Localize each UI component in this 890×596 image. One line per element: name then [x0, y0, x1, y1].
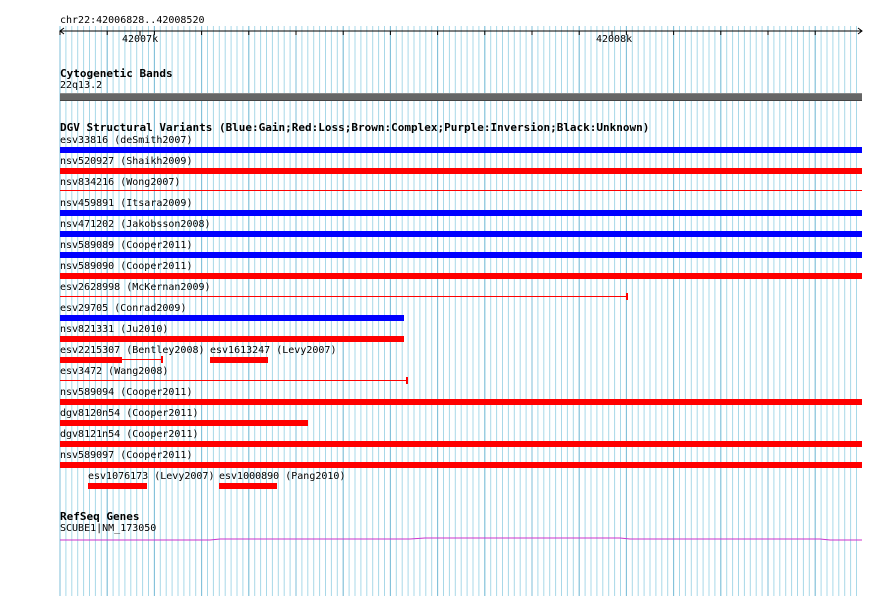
variant-bar-gain[interactable]	[60, 210, 862, 216]
variant-bar-loss[interactable]	[60, 462, 862, 468]
variant-bar-loss[interactable]	[60, 420, 308, 426]
background-grid	[59, 26, 863, 596]
variant-label: nsv471202 (Jakobsson2008)	[60, 219, 211, 230]
ruler-position: chr22:42006828..42008520	[60, 15, 205, 26]
variant-bar-loss[interactable]	[60, 336, 404, 342]
dgv-track-title: DGV Structural Variants (Blue:Gain;Red:L…	[60, 121, 650, 134]
variant-bar-loss[interactable]	[60, 168, 862, 174]
variant-bar-gain[interactable]	[60, 147, 862, 153]
variant-bar-loss-thin[interactable]	[60, 190, 862, 191]
cytoband-track-title: Cytogenetic Bands	[60, 67, 173, 80]
variant-bar-loss[interactable]	[210, 357, 268, 363]
ruler-tick-label: 42007k	[122, 34, 159, 45]
cytoband-label: 22q13.2	[60, 80, 103, 91]
variant-bar-loss[interactable]	[60, 441, 862, 447]
variant-bar-loss[interactable]	[60, 273, 862, 279]
variant-bar-loss-thin	[122, 359, 162, 360]
variant-label: esv1000890 (Pang2010)	[219, 471, 346, 482]
ruler-arrow-left	[59, 27, 65, 35]
ruler-arrow-right	[857, 27, 863, 35]
variant-label: nsv589090 (Cooper2011)	[60, 261, 193, 272]
variant-label: dgv8121n54 (Cooper2011)	[60, 429, 199, 440]
variant-label: esv33816 (deSmith2007)	[60, 135, 193, 146]
variant-label: esv2215307 (Bentley2008)	[60, 345, 205, 356]
variant-label: esv29705 (Conrad2009)	[60, 303, 187, 314]
cytoband-bar[interactable]	[60, 93, 862, 101]
variant-end-tick	[626, 293, 628, 300]
variant-label: nsv459891 (Itsara2009)	[60, 198, 193, 209]
variant-bar-loss-thin[interactable]	[60, 296, 627, 297]
variant-label: nsv821331 (Ju2010)	[60, 324, 169, 335]
variant-label: esv1076173 (Levy2007)	[88, 471, 215, 482]
variant-label: nsv520927 (Shaikh2009)	[60, 156, 193, 167]
variant-bar-loss-thin[interactable]	[60, 380, 407, 381]
variant-label: esv2628998 (McKernan2009)	[60, 282, 211, 293]
gene-model-scube1[interactable]	[60, 533, 862, 545]
refseq-track-title: RefSeq Genes	[60, 510, 140, 523]
variant-bar-loss[interactable]	[60, 357, 122, 363]
variant-bar-gain[interactable]	[60, 315, 404, 321]
variant-label: nsv589094 (Cooper2011)	[60, 387, 193, 398]
variant-bar-gain[interactable]	[60, 252, 862, 258]
variant-label: nsv589097 (Cooper2011)	[60, 450, 193, 461]
variant-bar-loss[interactable]	[60, 399, 862, 405]
variant-label: nsv834216 (Wong2007)	[60, 177, 181, 188]
variant-label: esv1613247 (Levy2007)	[210, 345, 337, 356]
variant-bar-loss[interactable]	[219, 483, 277, 489]
ruler-tick-label: 42008k	[596, 34, 633, 45]
variant-label: esv3472 (Wang2008)	[60, 366, 169, 377]
variant-end-tick	[406, 377, 408, 384]
variant-bar-loss[interactable]	[88, 483, 147, 489]
variant-label: dgv8120n54 (Cooper2011)	[60, 408, 199, 419]
variant-end-tick	[161, 356, 163, 363]
variant-label: nsv589089 (Cooper2011)	[60, 240, 193, 251]
variant-bar-gain[interactable]	[60, 231, 862, 237]
